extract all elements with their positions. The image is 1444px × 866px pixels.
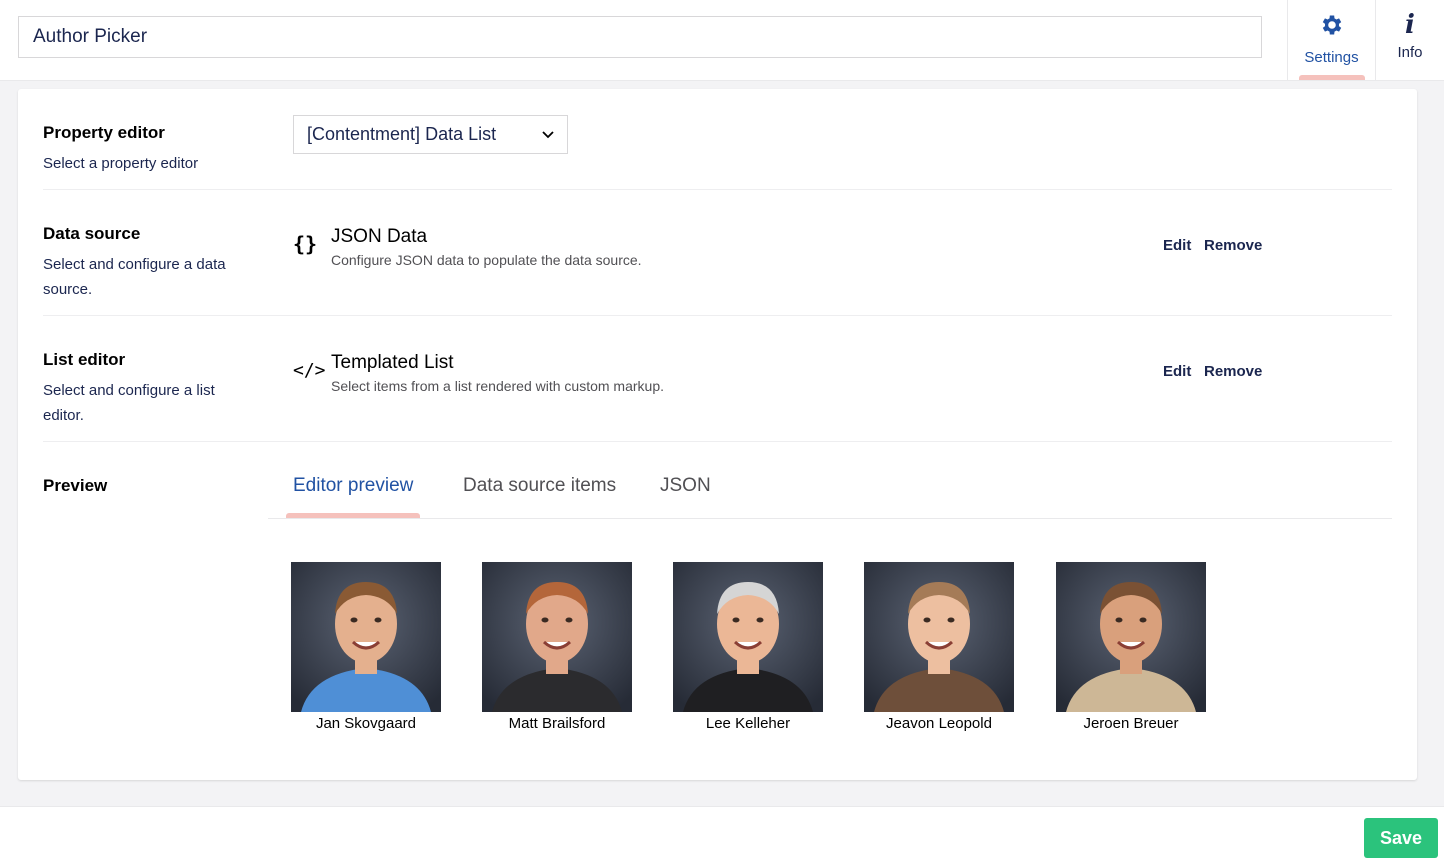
tab-json[interactable]: JSON	[660, 475, 711, 497]
data-source-description: Select and configure a data source.	[43, 256, 226, 298]
data-source-item-description: Configure JSON data to populate the data…	[331, 252, 642, 268]
list-editor-item-title: Templated List	[331, 352, 454, 373]
data-source-row: Data source Select and configure a data …	[43, 190, 1392, 316]
author-name: Lee Kelleher	[705, 715, 791, 732]
list-editor-label: List editor	[43, 350, 126, 369]
name-input[interactable]	[18, 16, 1262, 58]
save-button[interactable]: Save	[1364, 818, 1438, 858]
info-app-label: Info	[1397, 44, 1423, 61]
data-source-remove-button[interactable]: Remove	[1204, 237, 1262, 254]
settings-panel: Property editor Select a property editor…	[18, 89, 1417, 780]
list-item[interactable]: Lee Kelleher	[673, 562, 823, 732]
braces-icon: {}	[293, 232, 318, 256]
list-item[interactable]: Jeroen Breuer	[1056, 562, 1206, 732]
editor-header: Settings i Info	[0, 0, 1444, 81]
info-icon: i	[1405, 10, 1415, 40]
author-name: Jan Skovgaard	[315, 715, 417, 732]
list-editor-edit-button[interactable]: Edit	[1163, 363, 1191, 380]
property-editor-description: Select a property editor	[43, 155, 199, 172]
avatar	[673, 562, 823, 712]
editor-footer: Save	[0, 806, 1444, 866]
chevron-down-icon	[542, 128, 554, 142]
tab-editor-preview[interactable]: Editor preview	[293, 475, 413, 497]
property-editor-selected: [Contentment] Data List	[307, 124, 497, 144]
property-editor-select[interactable]: [Contentment] Data List	[293, 115, 568, 154]
info-app-button[interactable]: i Info	[1375, 0, 1444, 80]
data-source-item-title: JSON Data	[331, 226, 428, 247]
preview-tabs: Editor preview Data source items JSON	[268, 457, 1392, 519]
avatar	[291, 562, 441, 712]
settings-app-label: Settings	[1304, 49, 1359, 66]
avatar	[864, 562, 1014, 712]
tab-data-source-items[interactable]: Data source items	[463, 475, 616, 497]
author-name: Jeavon Leopold	[886, 715, 992, 732]
author-name: Jeroen Breuer	[1083, 715, 1179, 732]
code-icon: </>	[293, 360, 326, 381]
gear-icon	[1319, 12, 1345, 43]
list-editor-row: List editor Select and configure a list …	[43, 316, 1392, 442]
avatar	[1056, 562, 1206, 712]
author-name: Matt Brailsford	[508, 715, 606, 732]
list-editor-remove-button[interactable]: Remove	[1204, 363, 1262, 380]
list-editor-description: Select and configure a list editor.	[43, 382, 215, 424]
active-tab-indicator	[286, 513, 420, 518]
data-source-edit-button[interactable]: Edit	[1163, 237, 1191, 254]
property-editor-row: Property editor Select a property editor…	[43, 89, 1392, 190]
data-source-label: Data source	[43, 224, 141, 243]
list-editor-item-description: Select items from a list rendered with c…	[331, 378, 665, 394]
active-app-indicator	[1299, 75, 1365, 80]
property-editor-label: Property editor	[43, 123, 165, 142]
preview-label: Preview	[43, 476, 108, 495]
settings-app-button[interactable]: Settings	[1287, 0, 1375, 80]
avatar	[482, 562, 632, 712]
list-item[interactable]: Jan Skovgaard	[291, 562, 441, 732]
list-item[interactable]: Matt Brailsford	[482, 562, 632, 732]
list-item[interactable]: Jeavon Leopold	[864, 562, 1014, 732]
